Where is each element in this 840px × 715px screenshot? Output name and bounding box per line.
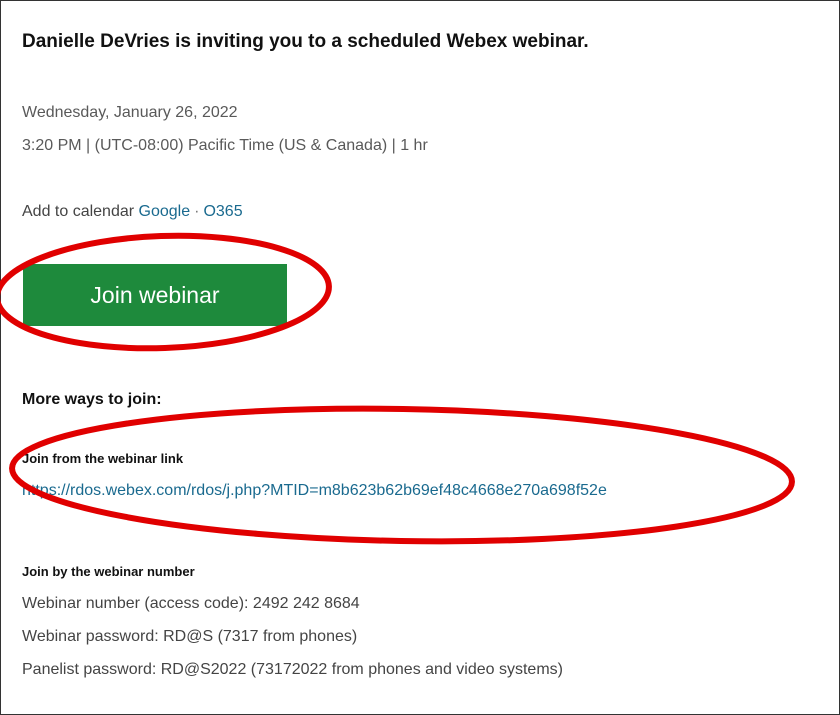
panelist-password: Panelist password: RD@S2022 (73172022 fr…	[22, 661, 563, 678]
google-calendar-link[interactable]: Google	[139, 203, 191, 220]
webinar-time: 3:20 PM | (UTC-08:00) Pacific Time (US &…	[22, 137, 428, 154]
webinar-date: Wednesday, January 26, 2022	[22, 104, 238, 121]
more-ways-heading: More ways to join:	[22, 391, 162, 408]
add-to-calendar-row: Add to calendar Google · O365	[22, 203, 243, 221]
webinar-url-link[interactable]: https://rdos.webex.com/rdos/j.php?MTID=m…	[22, 482, 607, 500]
webinar-password: Webinar password: RD@S (7317 from phones…	[22, 628, 358, 645]
calendar-prefix: Add to calendar	[22, 203, 135, 220]
join-webinar-button[interactable]: Join webinar	[23, 264, 287, 326]
webinar-number: Webinar number (access code): 2492 242 8…	[22, 595, 360, 612]
join-link-heading: Join from the webinar link	[22, 451, 184, 466]
calendar-separator: ·	[194, 203, 200, 220]
join-number-heading: Join by the webinar number	[22, 564, 195, 579]
invite-title: Danielle DeVries is inviting you to a sc…	[22, 31, 589, 52]
o365-calendar-link[interactable]: O365	[203, 203, 242, 220]
